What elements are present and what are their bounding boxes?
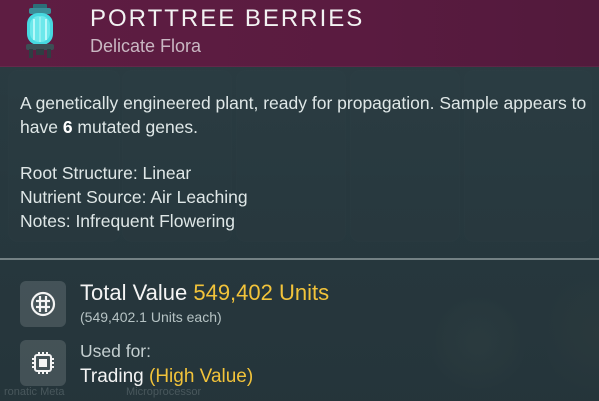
property-notes: Notes: Infrequent Flowering [20, 211, 235, 231]
trade-chip-icon [20, 340, 66, 386]
usage-purpose: Trading [80, 366, 144, 387]
background-item-label: Microprocessor [126, 386, 202, 398]
total-value-label: Total Value [80, 280, 188, 305]
units-currency-icon [20, 281, 66, 327]
unit-value: (549,402.1 Units each) [80, 309, 222, 325]
total-value-amount: 549,402 Units [193, 280, 330, 305]
item-tooltip-screen: PORTTREE BERRIES Delicate Flora A geneti… [0, 0, 599, 401]
usage-tag: (High Value) [149, 366, 254, 387]
item-title: PORTTREE BERRIES [90, 5, 365, 32]
description-text-end: mutated genes. [72, 117, 199, 137]
background-item-label: ronatic Meta [4, 386, 65, 398]
cryo-capsule-icon [20, 4, 60, 60]
property-nutrient-source: Nutrient Source: Air Leaching [20, 187, 248, 207]
divider [0, 258, 599, 260]
item-properties: Root Structure: Linear Nutrient Source: … [20, 161, 248, 233]
item-description: A genetically engineered plant, ready fo… [20, 91, 590, 139]
used-for-value: Trading (High Value) [80, 366, 253, 388]
tooltip-header: PORTTREE BERRIES Delicate Flora [0, 0, 599, 67]
item-category: Delicate Flora [90, 36, 202, 56]
property-root-structure: Root Structure: Linear [20, 163, 192, 183]
total-value: Total Value 549,402 Units [80, 280, 329, 306]
gene-count: 6 [62, 117, 73, 137]
used-for-label: Used for: [80, 341, 151, 361]
